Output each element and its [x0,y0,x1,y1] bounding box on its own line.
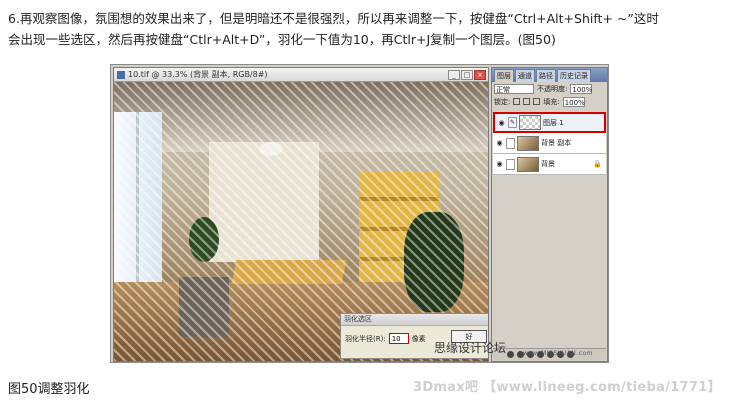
lock-transparency-icon[interactable] [513,98,521,105]
layer-name: 背景 [541,160,555,168]
fill-label: 填充: [543,97,560,106]
lock-row: 锁定: 填充: 100% [492,95,607,108]
lock-icon: 🔒 [593,160,602,168]
tab-channels[interactable]: 通道 [515,69,535,82]
feather-dialog-title: 羽化选区 [341,314,488,326]
blend-row: 正常 不透明度: 100% [492,82,607,95]
document-titlebar: 10.tif @ 33.3% (背景 副本, RGB/8#) _ □ × [114,68,488,82]
layer-thumbnail [517,156,539,172]
article-line-1: 6.再观察图像，氛围想的效果出来了，但是明暗还不是很强烈，所以再来调整一下，按健… [8,11,659,26]
layer-thumbnail [517,135,539,151]
minimize-button[interactable]: _ [448,69,460,80]
feather-radius-input[interactable]: 10 [388,333,409,344]
link-box [506,158,515,170]
layer-row-background[interactable]: ◉ 背景 🔒 [493,154,606,175]
watermark-site-url: www.MISSYUAN.com [523,350,594,357]
document-window: 10.tif @ 33.3% (背景 副本, RGB/8#) _ □ × 羽化选… [113,67,489,362]
article-line-2: 会出现一些选区，然后再按健盘“Ctlr+Alt+D”，羽化一下值为10，再Ctl… [8,32,556,47]
feather-radius-label: 羽化半径(R): [345,334,386,343]
layer-name: 背景 副本 [541,139,572,147]
eye-icon[interactable]: ◉ [497,118,506,127]
figure-caption: 图50调整羽化 [8,382,90,397]
watermark-site-cn: 思缘设计论坛 [434,341,507,355]
layers-panel-tabs: 图层 通道 路径 历史记录 [492,68,607,82]
link-box [506,137,515,149]
blend-mode-select[interactable]: 正常 [494,83,534,94]
lock-pixels-icon[interactable] [523,98,531,105]
feather-unit-label: 像素 [411,334,426,343]
maximize-button[interactable]: □ [461,69,473,80]
tab-history[interactable]: 历史记录 [557,69,591,82]
opacity-input[interactable]: 100% [570,83,592,94]
fill-input[interactable]: 100% [562,96,585,107]
layer-list: ◉ ✎ 图层 1 ◉ 背景 副本 ◉ 背景 🔒 [493,112,606,175]
layers-panel: 图层 通道 路径 历史记录 正常 不透明度: 100% 锁定: 填充: 100%… [491,67,608,362]
tab-layers[interactable]: 图层 [494,69,514,82]
tab-paths[interactable]: 路径 [536,69,556,82]
layer-name: 图层 1 [543,118,564,127]
watermark-bottom: 3Dmax吧 【www.lineeg.com/tieba/1771】 [413,380,721,395]
photoshop-screenshot: 10.tif @ 33.3% (背景 副本, RGB/8#) _ □ × 羽化选… [110,64,609,363]
close-button[interactable]: × [474,69,486,80]
layer-row-layer1[interactable]: ◉ ✎ 图层 1 [493,112,606,133]
document-title: 10.tif @ 33.3% (背景 副本, RGB/8#) [128,70,268,79]
layer-row-background-copy[interactable]: ◉ 背景 副本 [493,133,606,154]
layer-thumbnail [519,115,541,130]
eye-icon[interactable]: ◉ [495,139,504,148]
opacity-label: 不透明度: [537,84,568,93]
brush-icon: ✎ [508,117,517,128]
document-icon [117,70,125,79]
lock-position-icon[interactable] [533,98,541,105]
eye-icon[interactable]: ◉ [495,160,504,169]
lock-label: 锁定: [494,97,511,106]
article-text: 6.再观察图像，氛围想的效果出来了，但是明暗还不是很强烈，所以再来调整一下，按健… [8,8,726,50]
link-layers-icon[interactable] [507,351,514,358]
